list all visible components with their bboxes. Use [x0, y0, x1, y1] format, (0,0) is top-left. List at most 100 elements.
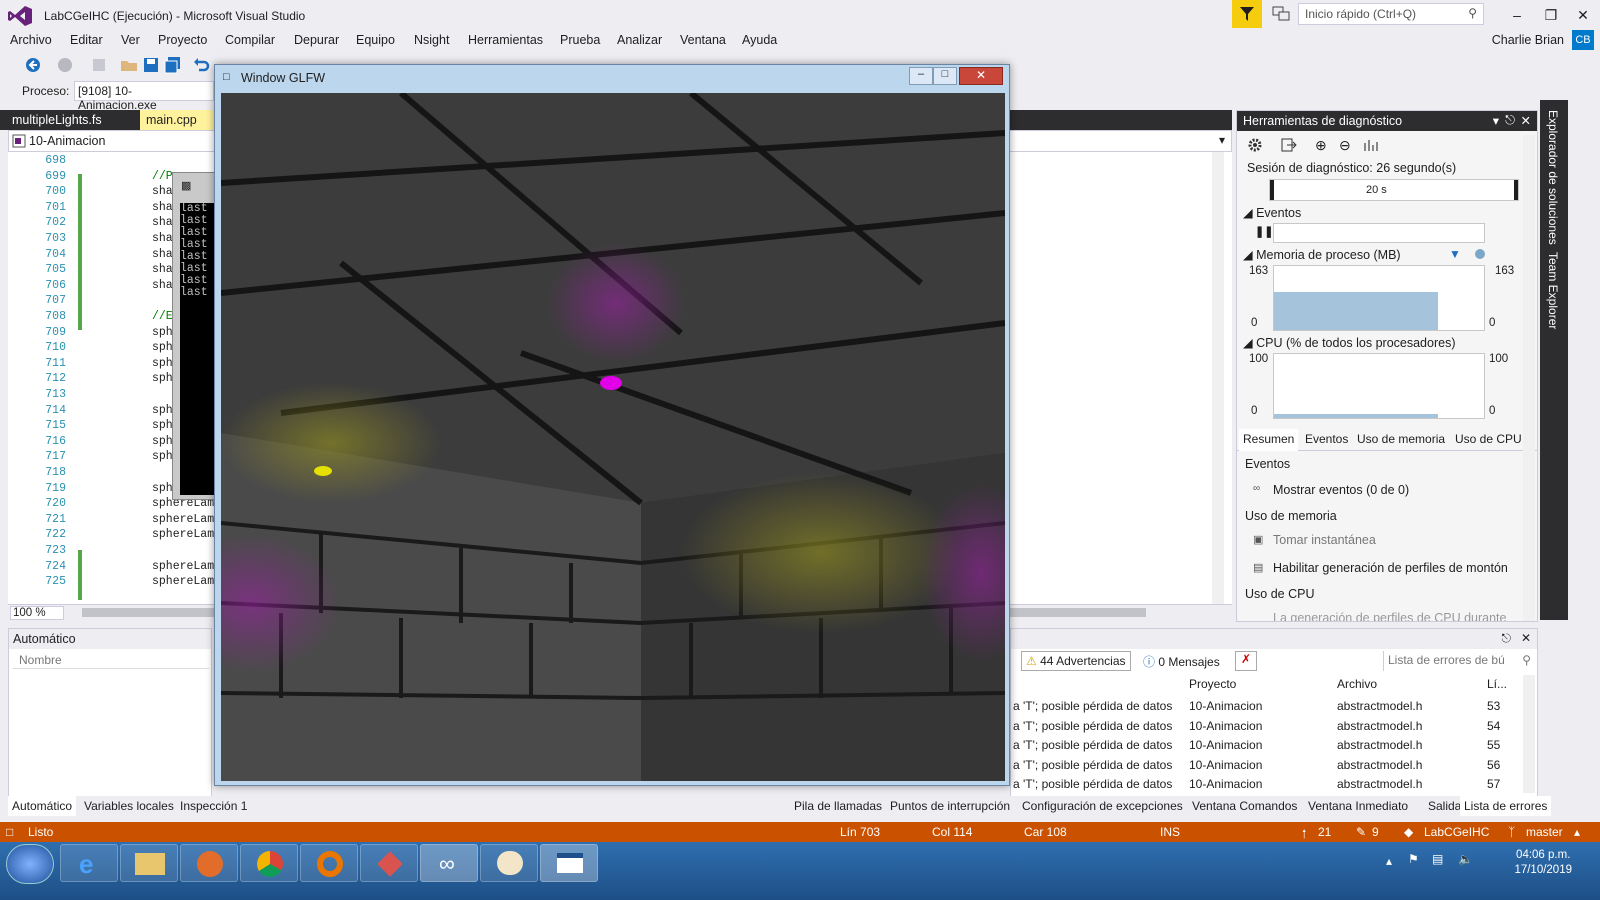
- network-icon[interactable]: ▤: [1432, 852, 1443, 866]
- back-icon[interactable]: [24, 56, 42, 74]
- menu-depurar[interactable]: Depurar: [294, 33, 339, 47]
- nav-project-dropdown[interactable]: 10-Animacion: [29, 134, 105, 148]
- menu-nsight[interactable]: Nsight: [414, 33, 449, 47]
- column-proyecto[interactable]: Proyecto: [1189, 677, 1236, 691]
- tab-uso-de-cpu[interactable]: Uso de CPU: [1455, 432, 1522, 446]
- process-select[interactable]: [9108] 10-Animacion.exe: [74, 81, 214, 112]
- error-list-scrollbar[interactable]: [1523, 675, 1535, 793]
- menu-equipo[interactable]: Equipo: [356, 33, 395, 47]
- minimize-button[interactable]: –: [1502, 4, 1532, 26]
- tab-automatico[interactable]: Automático: [8, 796, 77, 816]
- take-snapshot-button[interactable]: Tomar instantánea: [1273, 533, 1376, 547]
- timeline-end-marker[interactable]: [1514, 180, 1518, 200]
- pin-icon[interactable]: ⎋: [1502, 631, 1512, 646]
- autos-column-name[interactable]: Nombre: [13, 651, 209, 669]
- status-repo[interactable]: LabCGeIHC: [1424, 825, 1489, 839]
- visual-studio-taskbar-icon[interactable]: ∞: [420, 844, 478, 882]
- code-line[interactable]: sha: [152, 232, 173, 245]
- error-row[interactable]: a 'T'; posible pérdida de datos 10-Animac…: [1011, 775, 1521, 793]
- feedback-filter-icon[interactable]: [1232, 0, 1262, 28]
- tab-main-cpp[interactable]: main.cpp: [140, 110, 216, 130]
- code-line[interactable]: sha: [152, 185, 173, 198]
- status-unpushed[interactable]: 21: [1318, 825, 1331, 839]
- code-line[interactable]: sph: [152, 341, 173, 354]
- zoom-in-icon[interactable]: ⊕: [1315, 137, 1327, 154]
- tab-ventana-comandos[interactable]: Ventana Comandos: [1188, 796, 1301, 816]
- code-line[interactable]: sph: [152, 450, 173, 463]
- menu-prueba[interactable]: Prueba: [560, 33, 600, 47]
- blender-icon[interactable]: [300, 844, 358, 882]
- code-line[interactable]: sha: [152, 263, 173, 276]
- code-line[interactable]: sphereLam: [152, 575, 214, 588]
- tab-puntos-de-interrupcion[interactable]: Puntos de interrupción: [886, 796, 1014, 816]
- render-viewport[interactable]: [221, 93, 1005, 781]
- chevron-down-icon[interactable]: ▾: [1219, 133, 1225, 147]
- code-line[interactable]: sph: [152, 419, 173, 432]
- tab-inspeccion-1[interactable]: Inspección 1: [176, 796, 251, 816]
- status-changes[interactable]: 9: [1372, 825, 1379, 839]
- new-project-icon[interactable]: [90, 56, 108, 74]
- code-line[interactable]: sha: [152, 279, 173, 292]
- code-line[interactable]: sph: [152, 482, 173, 495]
- volume-icon[interactable]: 🔈: [1458, 852, 1473, 866]
- avatar[interactable]: CB: [1572, 30, 1594, 50]
- chevron-up-icon[interactable]: ▴: [1574, 825, 1580, 839]
- start-button[interactable]: [6, 844, 54, 884]
- diagnostics-scrollbar[interactable]: [1523, 135, 1535, 621]
- error-search-input[interactable]: Lista de errores de bú ⚲: [1383, 651, 1535, 671]
- menu-analizar[interactable]: Analizar: [617, 33, 662, 47]
- close-icon[interactable]: ✕: [1521, 631, 1531, 645]
- timeline-start-marker[interactable]: [1270, 180, 1274, 200]
- reset-view-icon[interactable]: [1363, 137, 1379, 153]
- column-linea[interactable]: Lí...: [1487, 677, 1507, 691]
- show-hidden-icons[interactable]: ▴: [1386, 854, 1392, 868]
- error-row[interactable]: a 'T'; posible pérdida de datos 10-Animac…: [1011, 756, 1521, 774]
- tab-pila-de-llamadas[interactable]: Pila de llamadas: [790, 796, 886, 816]
- menu-ventana[interactable]: Ventana: [680, 33, 726, 47]
- clock[interactable]: 04:06 p.m. 17/10/2019: [1514, 848, 1572, 878]
- code-line[interactable]: sph: [152, 435, 173, 448]
- tab-lista-de-errores[interactable]: Lista de errores: [1460, 796, 1552, 816]
- code-line[interactable]: sha: [152, 248, 173, 261]
- code-line[interactable]: sphereLam: [152, 528, 214, 541]
- menu-ver[interactable]: Ver: [121, 33, 140, 47]
- menu-proyecto[interactable]: Proyecto: [158, 33, 207, 47]
- menu-archivo[interactable]: Archivo: [10, 33, 52, 47]
- menu-ayuda[interactable]: Ayuda: [742, 33, 777, 47]
- close-icon[interactable]: ✕: [1521, 113, 1531, 128]
- status-branch[interactable]: master: [1526, 825, 1563, 839]
- zoom-out-icon[interactable]: ⊖: [1339, 137, 1351, 154]
- code-line[interactable]: sha: [152, 216, 173, 229]
- internet-explorer-icon[interactable]: e: [60, 844, 118, 882]
- code-line[interactable]: sph: [152, 372, 173, 385]
- glfw-minimize-button[interactable]: –: [909, 67, 933, 85]
- console-taskbar-icon[interactable]: [540, 844, 598, 882]
- glfw-close-button[interactable]: ✕: [959, 67, 1003, 85]
- user-name[interactable]: Charlie Brian: [1492, 33, 1564, 47]
- undo-icon[interactable]: [192, 56, 210, 74]
- heap-profiling-link[interactable]: Habilitar generación de perfiles de mont…: [1273, 561, 1509, 575]
- paint-icon[interactable]: [480, 844, 538, 882]
- tab-resumen[interactable]: Resumen: [1239, 429, 1299, 451]
- code-line[interactable]: sph: [152, 326, 173, 339]
- error-row[interactable]: a 'T'; posible pérdida de datos 10-Animac…: [1011, 697, 1521, 715]
- tab-uso-de-memoria[interactable]: Uso de memoria: [1357, 432, 1445, 446]
- tab-ventana-inmediato[interactable]: Ventana Inmediato: [1304, 796, 1412, 816]
- tab-eventos[interactable]: Eventos: [1305, 432, 1348, 446]
- git-tool-icon[interactable]: [360, 844, 418, 882]
- pin-icon[interactable]: ⎋: [1505, 113, 1515, 128]
- media-player-icon[interactable]: [180, 844, 238, 882]
- code-line[interactable]: //P: [152, 170, 173, 183]
- code-line[interactable]: sph: [152, 357, 173, 370]
- file-explorer-icon[interactable]: [120, 844, 178, 882]
- timeline-ruler[interactable]: 20 s: [1269, 179, 1519, 201]
- clear-filter-icon[interactable]: ✗: [1235, 651, 1257, 671]
- menu-editar[interactable]: Editar: [70, 33, 103, 47]
- team-explorer-tab[interactable]: Team Explorer: [1546, 252, 1560, 329]
- messages-filter-button[interactable]: ⓘ 0 Mensajes: [1139, 651, 1237, 671]
- tab-variables-locales[interactable]: Variables locales: [80, 796, 178, 816]
- warnings-filter-button[interactable]: ⚠ 44 Advertencias: [1021, 651, 1131, 671]
- open-folder-icon[interactable]: [120, 56, 138, 74]
- code-line[interactable]: sphereLam: [152, 560, 214, 573]
- error-row[interactable]: a 'T'; posible pérdida de datos 10-Animac…: [1011, 717, 1521, 735]
